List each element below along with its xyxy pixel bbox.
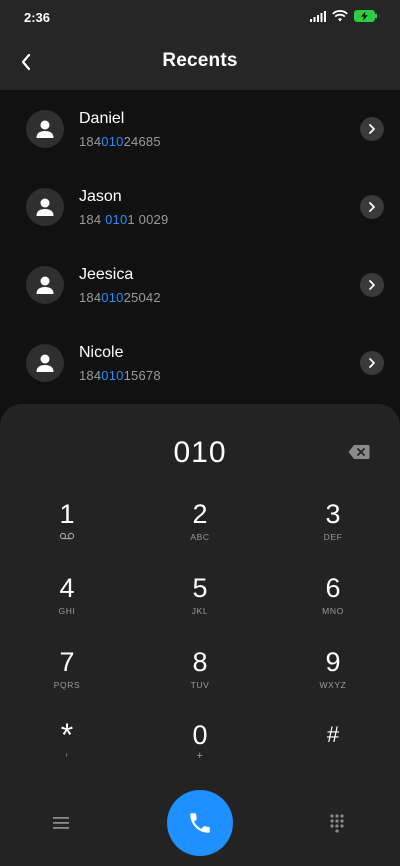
header: Recents — [0, 36, 400, 90]
battery-icon — [354, 10, 377, 22]
key-letters: GHI — [58, 606, 76, 616]
status-time: 2:36 — [24, 10, 51, 25]
backspace-button[interactable] — [348, 444, 370, 460]
key-digit: 2 — [192, 499, 208, 529]
contact-row[interactable]: Jeesica 18401025042 — [0, 246, 400, 324]
key-digit: 7 — [59, 647, 75, 677]
number-part: 1 0029 — [127, 212, 169, 227]
number-part: 184 — [79, 134, 102, 149]
key-letters: JKL — [191, 606, 209, 616]
number-match: 010 — [105, 212, 128, 227]
avatar-icon — [36, 120, 54, 138]
backspace-icon — [348, 445, 370, 459]
contact-number: 18401025042 — [79, 290, 161, 305]
contact-row[interactable]: Nicole 18401015678 — [0, 324, 400, 402]
key-1[interactable]: 1 — [17, 499, 117, 559]
key-digit: 4 — [59, 573, 75, 603]
avatar-icon — [36, 276, 54, 294]
key-letters: + — [196, 750, 204, 762]
dialpad-icon — [330, 814, 344, 833]
contact-list: Daniel 18401024685 Jason 184 0101 0029 J… — [0, 90, 400, 420]
contact-details-button[interactable] — [360, 117, 384, 141]
key-8[interactable]: 8 TUV — [150, 647, 250, 707]
key-letters: DEF — [323, 532, 343, 542]
avatar — [26, 110, 64, 148]
chevron-right-icon — [369, 358, 375, 368]
key-digit: 0 — [192, 720, 208, 750]
contact-row[interactable]: Jason 184 0101 0029 — [0, 168, 400, 246]
number-part: 184 — [79, 368, 102, 383]
phone-icon — [190, 813, 210, 833]
menu-button[interactable] — [48, 810, 74, 836]
key-letters: MNO — [322, 606, 344, 616]
contact-details-button[interactable] — [360, 273, 384, 297]
key-hash[interactable]: # — [283, 720, 383, 780]
key-letters: WXYZ — [319, 680, 347, 690]
avatar — [26, 344, 64, 382]
chevron-right-icon — [369, 124, 375, 134]
contact-name: Jason — [79, 188, 122, 205]
contact-name: Jeesica — [79, 266, 134, 283]
number-part: 25042 — [123, 290, 161, 305]
key-3[interactable]: 3 DEF — [283, 499, 383, 559]
number-match: 010 — [101, 290, 124, 305]
key-6[interactable]: 6 MNO — [283, 573, 383, 633]
status-icons — [310, 10, 378, 22]
key-7[interactable]: 7 PQRS — [17, 647, 117, 707]
contact-number: 184 0101 0029 — [79, 212, 168, 227]
contact-number: 18401024685 — [79, 134, 161, 149]
contact-name: Daniel — [79, 110, 125, 127]
signal-icon — [310, 10, 326, 22]
avatar — [26, 188, 64, 226]
number-match: 010 — [101, 368, 124, 383]
number-part: 15678 — [123, 368, 161, 383]
page-title: Recents — [162, 50, 238, 71]
chevron-right-icon — [369, 280, 375, 290]
number-match: 010 — [101, 134, 124, 149]
contact-details-button[interactable] — [360, 351, 384, 375]
contact-number: 18401015678 — [79, 368, 161, 383]
call-button[interactable] — [167, 790, 233, 856]
key-digit: # — [326, 722, 340, 747]
key-star[interactable]: * , — [17, 719, 117, 780]
wifi-icon — [332, 10, 348, 22]
key-letters: ABC — [190, 532, 210, 542]
contact-name: Nicole — [79, 344, 124, 361]
number-part: 184 — [79, 212, 106, 227]
number-part: 184 — [79, 290, 102, 305]
key-5[interactable]: 5 JKL — [150, 573, 250, 633]
key-digit: 8 — [192, 647, 208, 677]
key-0[interactable]: 0 + — [150, 720, 250, 780]
key-digit: 5 — [192, 573, 208, 603]
avatar-icon — [36, 354, 54, 372]
key-digit: 9 — [325, 647, 341, 677]
key-digit: 3 — [325, 499, 341, 529]
avatar-icon — [36, 198, 54, 216]
key-9[interactable]: 9 WXYZ — [283, 647, 383, 707]
number-part: 24685 — [123, 134, 161, 149]
dial-pad: 010 1 2 ABC 3 DEF 4 GHI 5 JKL 6 MNO 7 PQ… — [0, 404, 400, 866]
contact-details-button[interactable] — [360, 195, 384, 219]
key-2[interactable]: 2 ABC — [150, 499, 250, 559]
key-letters: , — [65, 746, 69, 758]
dialpad-toggle-button[interactable] — [326, 810, 348, 836]
status-bar: 2:36 — [0, 0, 400, 36]
voicemail-icon — [59, 532, 75, 540]
chevron-right-icon — [369, 202, 375, 212]
key-digit: 6 — [325, 573, 341, 603]
key-letters: TUV — [190, 680, 210, 690]
menu-icon — [53, 817, 69, 829]
avatar — [26, 266, 64, 304]
key-digit: 1 — [59, 499, 75, 529]
contact-row[interactable]: Daniel 18401024685 — [0, 90, 400, 168]
dialed-number[interactable]: 010 — [0, 436, 400, 470]
key-4[interactable]: 4 GHI — [17, 573, 117, 633]
key-letters: PQRS — [53, 680, 81, 690]
